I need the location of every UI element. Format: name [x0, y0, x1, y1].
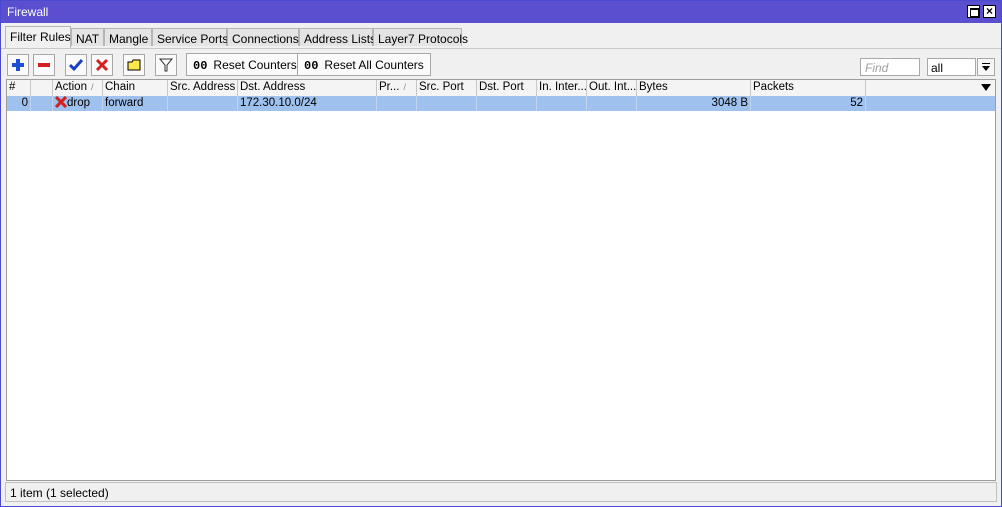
chain-filter-dropdown-button[interactable]	[977, 58, 995, 76]
title-bar[interactable]: Firewall ×	[1, 1, 1001, 23]
dropdown-icon	[982, 63, 990, 71]
close-button[interactable]: ×	[983, 5, 996, 18]
cell-chain: forward	[103, 96, 168, 111]
disable-button[interactable]	[91, 54, 113, 76]
tab-layer7-protocols[interactable]: Layer7 Protocols	[373, 28, 468, 46]
cell-packets: 52	[751, 96, 866, 111]
filter-button[interactable]	[155, 54, 177, 76]
column-header-bytes[interactable]: Bytes	[637, 80, 751, 96]
remove-icon	[38, 63, 50, 67]
cell-number: 0	[7, 96, 31, 111]
column-header-chain[interactable]: Chain	[103, 80, 168, 96]
tab-filter-rules[interactable]: Filter Rules	[5, 26, 71, 48]
firewall-window: Firewall × Filter Rules NAT Mangle Servi…	[0, 0, 1002, 507]
table-row[interactable]: 0 drop forward 172.30.10.0/24 3048 B 52	[7, 96, 995, 111]
cell-in-interface	[537, 96, 587, 111]
find-input[interactable]: Find	[860, 58, 920, 76]
column-header-action-label: Action	[55, 81, 87, 93]
cell-protocol	[377, 96, 417, 111]
maximize-button[interactable]	[967, 5, 980, 18]
tab-address-lists[interactable]: Address Lists	[299, 28, 376, 46]
cell-src-port	[417, 96, 477, 111]
cell-flags	[31, 96, 53, 111]
tab-nat[interactable]: NAT	[71, 28, 104, 46]
reset-counters-label: Reset Counters	[213, 58, 297, 72]
column-header-dst-port[interactable]: Dst. Port	[477, 80, 537, 96]
add-button[interactable]	[7, 54, 29, 76]
column-header-flags[interactable]	[31, 80, 53, 96]
enable-icon	[69, 59, 83, 72]
comment-icon	[127, 59, 141, 71]
cell-dst-port	[477, 96, 537, 111]
column-header-out-interface[interactable]: Out. Int...	[587, 80, 637, 96]
remove-button[interactable]	[33, 54, 55, 76]
drop-action-icon	[54, 96, 68, 109]
table-header: # Action / Chain Src. Address Dst. Addres…	[7, 80, 995, 97]
chain-filter-select[interactable]: all	[927, 58, 976, 76]
counter-icon: 00	[193, 59, 208, 73]
status-bar: 1 item (1 selected)	[5, 482, 997, 502]
column-menu-icon[interactable]	[981, 83, 991, 92]
window-title: Firewall	[7, 5, 49, 19]
column-header-action[interactable]: Action /	[53, 80, 103, 96]
column-header-packets[interactable]: Packets	[751, 80, 866, 96]
cell-action-label: drop	[67, 97, 91, 109]
counter-icon: 00	[304, 59, 319, 73]
reset-all-counters-label: Reset All Counters	[324, 58, 424, 72]
filter-icon	[159, 58, 173, 72]
comment-button[interactable]	[123, 54, 145, 76]
tab-service-ports[interactable]: Service Ports	[152, 28, 228, 46]
column-header-protocol-label: Pr...	[379, 81, 400, 93]
cell-dst-address: 172.30.10.0/24	[238, 96, 377, 111]
sort-icon: /	[90, 82, 94, 92]
reset-all-counters-button[interactable]: 00 Reset All Counters	[297, 53, 431, 76]
tab-connections[interactable]: Connections	[227, 28, 299, 46]
cell-action: drop	[53, 96, 103, 111]
rules-table: # Action / Chain Src. Address Dst. Addres…	[6, 79, 996, 481]
column-header-protocol[interactable]: Pr... /	[377, 80, 417, 96]
column-header-src-address[interactable]: Src. Address	[168, 80, 238, 96]
column-header-dst-address[interactable]: Dst. Address	[238, 80, 377, 96]
column-header-in-interface[interactable]: In. Inter...	[537, 80, 587, 96]
column-header-src-port[interactable]: Src. Port	[417, 80, 477, 96]
disable-icon	[95, 58, 109, 72]
add-icon	[12, 59, 24, 71]
cell-out-interface	[587, 96, 637, 111]
column-header-number[interactable]: #	[7, 80, 31, 96]
tab-mangle[interactable]: Mangle	[104, 28, 152, 46]
cell-bytes: 3048 B	[637, 96, 751, 111]
enable-button[interactable]	[65, 54, 87, 76]
cell-src-address	[168, 96, 238, 111]
sort-icon: /	[403, 82, 406, 92]
toolbar: 00 Reset Counters 00 Reset All Counters Fi…	[1, 48, 1001, 81]
reset-counters-button[interactable]: 00 Reset Counters	[186, 53, 304, 76]
